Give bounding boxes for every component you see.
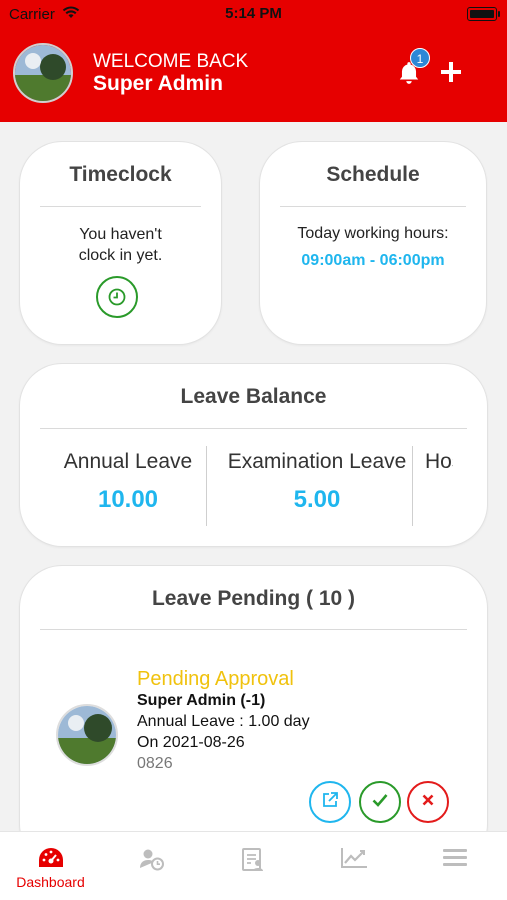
working-hours-label: Today working hours: xyxy=(297,225,449,242)
schedule-divider xyxy=(280,206,466,207)
tab-attendance[interactable] xyxy=(101,832,202,900)
schedule-card[interactable]: Schedule Today working hours: 09:00am - … xyxy=(260,142,486,344)
leave-type-value: 5.00 xyxy=(293,486,341,513)
timeclock-card[interactable]: Timeclock You haven't clock in yet. xyxy=(20,142,221,344)
leave-date: On 2021-08-26 xyxy=(137,734,245,751)
timeclock-status-line2: clock in yet. xyxy=(78,247,163,264)
document-user-icon xyxy=(241,847,265,878)
status-bar: Carrier 5:14 PM xyxy=(0,0,507,28)
clock-in-button[interactable] xyxy=(96,276,138,318)
clock-icon xyxy=(108,288,126,311)
pending-status: Pending Approval xyxy=(137,668,294,690)
app-header: Carrier 5:14 PM WELCOME BACK Super Admin… xyxy=(0,0,507,122)
tab-requests[interactable] xyxy=(202,832,303,900)
leave-type-name: Examination Leave xyxy=(227,450,407,473)
check-icon xyxy=(372,793,388,812)
leave-balance-item[interactable]: Examination Leave 5.00 xyxy=(216,450,418,514)
speedometer-icon xyxy=(38,847,64,874)
leave-type-duration: Annual Leave : 1.00 day xyxy=(137,713,310,730)
user-avatar[interactable] xyxy=(13,43,73,103)
tab-menu[interactable] xyxy=(404,832,505,900)
timeclock-status-line1: You haven't xyxy=(79,226,162,243)
reject-button[interactable] xyxy=(407,781,449,823)
leave-balance-item[interactable]: Hos xyxy=(425,450,453,474)
leave-pending-title: Leave Pending ( 10 ) xyxy=(151,587,356,610)
tab-reports[interactable] xyxy=(303,832,404,900)
notification-badge: 1 xyxy=(410,48,430,68)
column-divider xyxy=(412,446,413,526)
user-name: Super Admin xyxy=(93,72,223,95)
leave-balance-card: Leave Balance Annual Leave 10.00 Examina… xyxy=(20,364,487,546)
leave-balance-item[interactable]: Annual Leave 10.00 xyxy=(40,450,216,514)
battery-icon xyxy=(467,7,500,21)
leave-type-name: Hos xyxy=(425,450,453,473)
timeclock-divider xyxy=(40,206,201,207)
add-icon[interactable] xyxy=(441,62,461,87)
line-chart-icon xyxy=(340,847,368,874)
welcome-text: WELCOME BACK xyxy=(93,51,249,72)
applicant-avatar xyxy=(56,704,118,766)
leave-type-value: 10.00 xyxy=(97,486,159,513)
tab-dashboard[interactable]: Dashboard xyxy=(0,832,101,900)
bottom-tab-bar: Dashboard xyxy=(0,832,507,900)
user-clock-icon xyxy=(139,847,165,876)
tab-dashboard-label: Dashboard xyxy=(16,874,85,890)
applicant-name: Super Admin (-1) xyxy=(137,692,266,709)
column-divider xyxy=(206,446,207,526)
leave-pending-divider xyxy=(40,629,467,630)
schedule-title: Schedule xyxy=(326,163,420,186)
leave-pending-card: Leave Pending ( 10 ) Pending Approval Su… xyxy=(20,566,487,866)
leave-balance-scroller[interactable]: Annual Leave 10.00 Examination Leave 5.0… xyxy=(40,364,453,546)
close-icon xyxy=(422,793,434,811)
timeclock-title: Timeclock xyxy=(69,163,172,186)
approve-button[interactable] xyxy=(359,781,401,823)
view-details-button[interactable] xyxy=(309,781,351,823)
hamburger-menu-icon xyxy=(442,847,467,872)
leave-type-name: Annual Leave xyxy=(63,450,193,473)
status-time: 5:14 PM xyxy=(225,5,282,22)
working-hours-value: 09:00am - 06:00pm xyxy=(301,252,445,269)
external-link-icon xyxy=(321,791,339,814)
leave-code: 0826 xyxy=(137,755,173,772)
